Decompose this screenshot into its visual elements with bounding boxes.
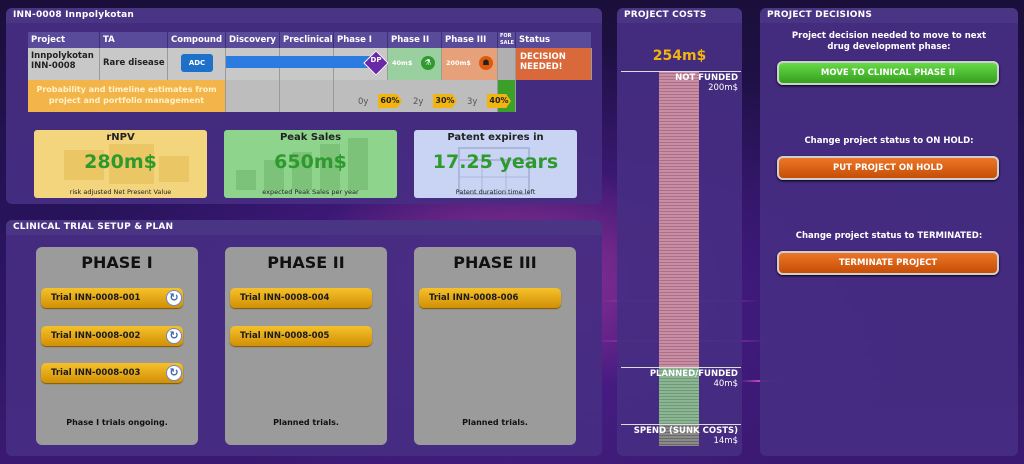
- cell-preclinical: [279, 48, 334, 80]
- header-compound: Compound: [168, 32, 226, 48]
- trial-inn-0008-003[interactable]: Trial INN-0008-003: [41, 363, 183, 383]
- project-panel: INN-0008 Innpolykotan Project TA Compoun…: [6, 8, 602, 204]
- decisions-panel: PROJECT DECISIONS Project decision neede…: [760, 8, 1018, 456]
- decisions-panel-title: PROJECT DECISIONS: [760, 8, 1018, 23]
- kpi-patent-value: 17.25 years: [432, 151, 559, 173]
- timeline-prob-2: 40%: [487, 94, 511, 108]
- cell-ta: Rare disease: [100, 48, 168, 80]
- cell-phase2: 40m$ ⚗: [388, 48, 442, 80]
- phase2-note: Planned trials.: [273, 418, 339, 427]
- decision-text-move: Project decision needed to move to next …: [791, 31, 987, 52]
- header-project: Project: [28, 32, 100, 48]
- clinical-panel-title: CLINICAL TRIAL SETUP & PLAN: [6, 220, 602, 235]
- header-preclinical: Preclinical: [280, 32, 334, 48]
- put-on-hold-button[interactable]: PUT PROJECT ON HOLD: [777, 156, 999, 180]
- phase3-box: PHASE III Trial INN-0008-006 Planned tri…: [414, 247, 576, 445]
- status-badge: DECISION NEEDED!: [516, 48, 592, 80]
- trial-inn-0008-001[interactable]: Trial INN-0008-001: [41, 288, 183, 308]
- row2-phases: [334, 80, 498, 112]
- cell-compound: ADC: [168, 48, 226, 80]
- project-id: INN-0008: [31, 61, 76, 71]
- planned-funded-label: PLANNED/FUNDED 40m$: [649, 369, 738, 389]
- header-phase1: Phase I: [334, 32, 388, 48]
- kpi-rnpv-title: rNPV: [106, 132, 135, 143]
- phase1-box: PHASE I Trial INN-0008-001 ↻ Trial INN-0…: [36, 247, 198, 445]
- trial-inn-0008-004[interactable]: Trial INN-0008-004: [230, 288, 372, 308]
- timeline-prob-1: 30%: [433, 94, 457, 108]
- cell-discovery: [226, 48, 280, 80]
- costs-total: 254m$: [652, 48, 707, 64]
- kpi-rnpv-caption: risk adjusted Net Present Value: [69, 188, 172, 196]
- cell-project: Innpolykotan INN-0008: [28, 48, 100, 80]
- group-icon: ☗: [479, 56, 493, 70]
- kpi-patent-title: Patent expires in: [447, 132, 544, 143]
- phase3-note: Planned trials.: [462, 418, 528, 427]
- kpi-peak-sales: Peak Sales 650m$ expected Peak Sales per…: [224, 130, 397, 198]
- header-for-sale: FOR SALE: [498, 32, 516, 48]
- cell-phase1: DP: [333, 48, 389, 80]
- row2-discovery: [226, 80, 280, 112]
- phase3-cost: 200m$: [446, 59, 471, 67]
- project-table: Project TA Compound Discovery Preclinica…: [28, 32, 592, 114]
- kpi-rnpv-value: 280m$: [84, 151, 157, 173]
- header-phase3: Phase III: [442, 32, 498, 48]
- row2-preclinical: [280, 80, 334, 112]
- refresh-icon[interactable]: ↻: [166, 290, 182, 306]
- not-funded-label: NOT FUNDED 200m$: [675, 73, 738, 93]
- move-to-phase2-button[interactable]: MOVE TO CLINICAL PHASE II: [777, 61, 999, 85]
- phase1-title: PHASE I: [81, 253, 153, 272]
- phase3-title: PHASE III: [453, 253, 537, 272]
- cost-bar-not-funded: [659, 71, 699, 367]
- phase1-note: Phase I trials ongoing.: [66, 418, 168, 427]
- kpi-patent-caption: Patent duration time left: [455, 188, 536, 196]
- trial-inn-0008-006[interactable]: Trial INN-0008-006: [419, 288, 561, 308]
- compound-logo-icon: ADC: [181, 54, 213, 72]
- phase2-cost: 40m$: [392, 59, 413, 67]
- prob-note: Probability and timeline estimates from …: [28, 80, 226, 112]
- kpi-rnpv: rNPV 280m$ risk adjusted Net Present Val…: [34, 130, 207, 198]
- phase2-title: PHASE II: [267, 253, 345, 272]
- kpi-peak-sales-caption: expected Peak Sales per year: [262, 188, 359, 196]
- costs-panel: PROJECT COSTS 254m$ NOT FUNDED 200m$ PLA…: [617, 8, 742, 456]
- costs-panel-title: PROJECT COSTS: [617, 8, 742, 23]
- refresh-icon[interactable]: ↻: [166, 365, 182, 381]
- refresh-icon[interactable]: ↻: [166, 328, 182, 344]
- flask-icon: ⚗: [421, 56, 435, 70]
- trial-inn-0008-002[interactable]: Trial INN-0008-002: [41, 326, 183, 346]
- ta-value: Rare disease: [103, 58, 165, 68]
- phase1-badge-label: DP: [370, 56, 382, 64]
- header-phase2: Phase II: [388, 32, 442, 48]
- header-discovery: Discovery: [226, 32, 280, 48]
- header-status: Status: [516, 32, 592, 48]
- project-panel-title: INN-0008 Innpolykotan: [6, 8, 602, 23]
- kpi-peak-sales-value: 650m$: [274, 151, 347, 173]
- kpi-patent: Patent expires in 17.25 years Patent dur…: [414, 130, 577, 198]
- header-ta: TA: [100, 32, 168, 48]
- cell-for-sale: [498, 48, 516, 80]
- kpi-peak-sales-title: Peak Sales: [279, 132, 342, 143]
- decision-text-terminate: Change project status to TERMINATED:: [795, 231, 983, 241]
- timeline-prob-0: 60%: [378, 94, 402, 108]
- spend-label: SPEND (SUNK COSTS) 14m$: [633, 426, 738, 446]
- timeline-year-2: 3y: [467, 97, 478, 107]
- project-name: Innpolykotan: [31, 51, 94, 61]
- decision-text-hold: Change project status to ON HOLD:: [804, 136, 974, 146]
- terminate-project-button[interactable]: TERMINATE PROJECT: [777, 251, 999, 275]
- cell-phase3: 200m$ ☗: [442, 48, 498, 80]
- trial-inn-0008-005[interactable]: Trial INN-0008-005: [230, 326, 372, 346]
- phase2-box: PHASE II Trial INN-0008-004 Trial INN-00…: [225, 247, 387, 445]
- timeline-year-0: 0y: [358, 97, 369, 107]
- timeline-year-1: 2y: [413, 97, 424, 107]
